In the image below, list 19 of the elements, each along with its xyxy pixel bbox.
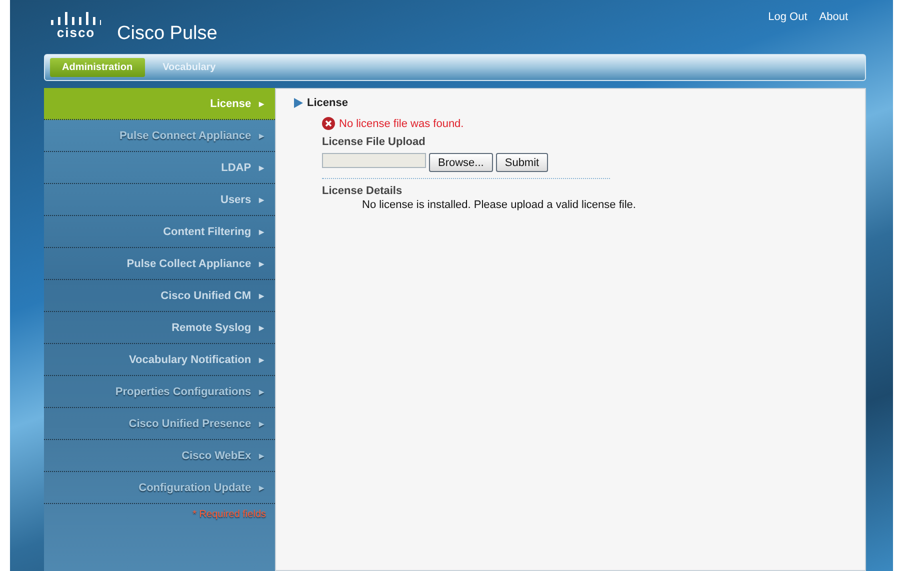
logo-bars-icon — [51, 12, 101, 25]
details-text: No license is installed. Please upload a valid license file. — [362, 199, 637, 211]
field-label: License Details — [322, 185, 404, 197]
header-link[interactable]: Log Out — [768, 11, 808, 23]
browse-button[interactable]: Browse... — [429, 153, 493, 172]
header-link[interactable]: About — [819, 11, 848, 23]
field-label: License File Upload — [322, 136, 426, 148]
app-title: Cisco Pulse — [117, 24, 218, 44]
tab[interactable]: Vocabulary — [150, 58, 228, 77]
error-icon — [322, 117, 335, 130]
section-title: License — [307, 97, 348, 109]
tab[interactable]: Administration — [50, 58, 145, 77]
logo-text: cisco — [56, 26, 96, 40]
triangle-icon — [294, 98, 303, 108]
submit-button[interactable]: Submit — [496, 153, 548, 172]
sidebar-item[interactable]: License ► — [44, 88, 275, 120]
error-message: No license file was found. — [339, 118, 464, 130]
file-field[interactable] — [322, 153, 426, 168]
required-note: * Required fields — [192, 508, 267, 520]
